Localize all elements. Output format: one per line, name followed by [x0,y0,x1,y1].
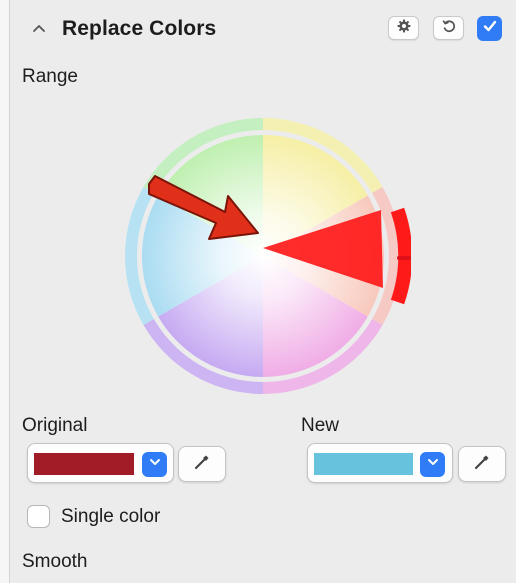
checkmark-icon [482,18,498,39]
reset-icon [441,18,457,39]
chevron-down-icon [148,455,162,474]
original-color-dropdown[interactable] [142,452,167,477]
eyedropper-icon [473,453,491,476]
gear-icon [397,19,411,38]
chevron-up-icon[interactable] [30,20,48,38]
enable-checkbox[interactable] [477,16,502,41]
original-color-well[interactable] [27,443,174,483]
original-color-swatch [34,453,134,475]
smooth-label: Smooth [22,551,88,572]
new-color-dropdown[interactable] [420,452,445,477]
new-eyedropper-button[interactable] [458,446,506,482]
sidebar-edge [0,0,10,583]
range-label: Range [22,66,78,87]
panel-title: Replace Colors [62,17,217,40]
new-color-well[interactable] [307,443,453,483]
chevron-down-icon [426,455,440,474]
color-range-wheel[interactable] [115,108,423,404]
eyedropper-icon [193,453,211,476]
original-eyedropper-button[interactable] [178,446,226,482]
settings-button[interactable] [388,16,419,40]
new-color-swatch [314,453,413,475]
reset-button[interactable] [433,16,464,40]
new-label: New [301,415,340,436]
original-label: Original [22,415,88,436]
single-color-label: Single color [61,506,161,527]
single-color-checkbox[interactable] [27,505,50,528]
replace-colors-panel: Replace Colors Range Original New Single… [10,0,516,583]
